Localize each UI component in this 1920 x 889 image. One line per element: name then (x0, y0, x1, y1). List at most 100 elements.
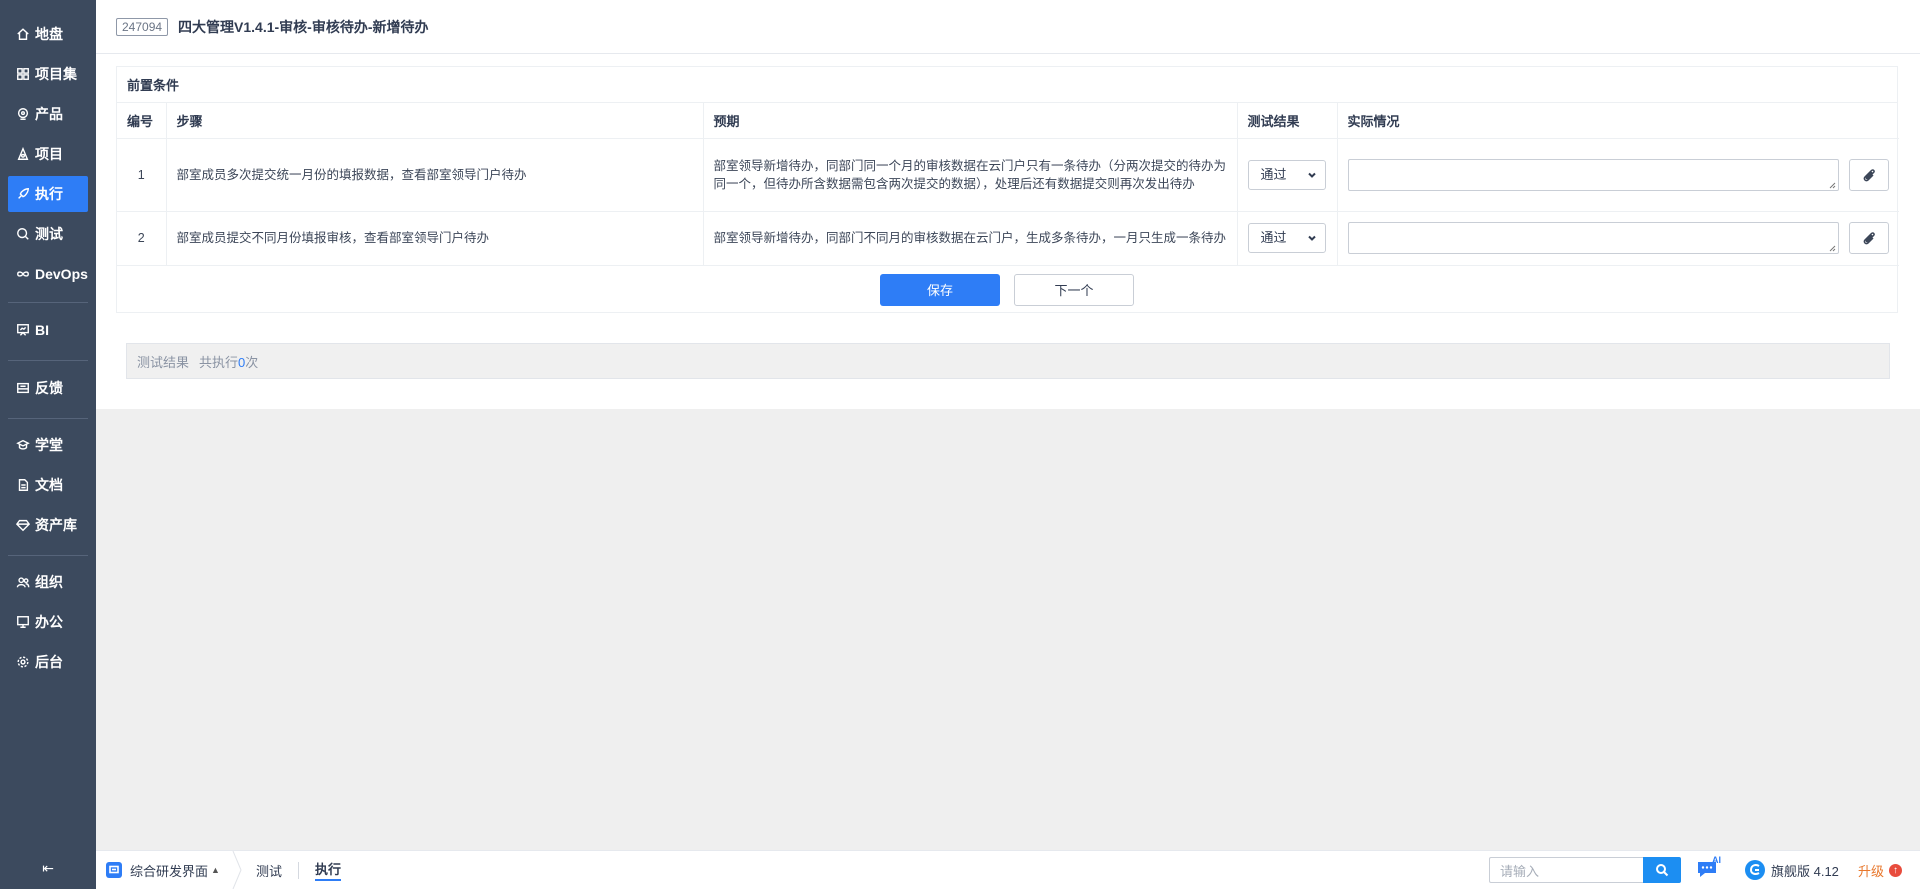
project-icon (15, 146, 31, 162)
step-expectation: 部室领导新增待办，同部门不同月的审核数据在云门户，生成多条待办，一月只生成一条待… (703, 211, 1238, 266)
app-icon (106, 862, 122, 878)
upgrade-label: 升级 (1858, 863, 1885, 879)
next-button[interactable]: 下一个 (1014, 273, 1134, 306)
ai-label: AI (1712, 855, 1721, 865)
zentao-logo-icon (1745, 860, 1765, 880)
home-icon (15, 26, 31, 42)
actual-result-input[interactable] (1347, 158, 1840, 191)
attach-file-button[interactable] (1849, 222, 1889, 254)
table-row: 2 部室成员提交不同月份填报审核，查看部室领导门户待办 部室领导新增待办，同部门… (117, 211, 1899, 266)
step-description: 部室成员提交不同月份填报审核，查看部室领导门户待办 (166, 211, 704, 266)
sidebar-item-bi[interactable]: BI (8, 312, 88, 348)
column-header-step: 步骤 (166, 103, 704, 139)
sidebar-divider (8, 302, 88, 303)
sidebar-item-label: 后台 (35, 654, 63, 670)
sidebar-item-label: 执行 (35, 186, 63, 202)
breadcrumb-separator-icon (232, 851, 242, 889)
attach-file-button[interactable] (1849, 158, 1889, 191)
school-icon (15, 437, 31, 453)
sidebar-item-label: 文档 (35, 477, 63, 493)
sidebar-item-organization[interactable]: 组织 (8, 564, 88, 600)
search-button[interactable] (1643, 857, 1681, 883)
global-search-input[interactable]: 请输入 (1489, 857, 1643, 883)
result-select[interactable]: 通过 (1247, 223, 1326, 253)
breadcrumb-test[interactable]: 测试 (256, 851, 282, 889)
paperclip-icon (1863, 232, 1875, 245)
precondition-label: 前置条件 (117, 67, 1897, 103)
infinity-icon (15, 266, 31, 282)
sidebar-item-dashboard[interactable]: 地盘 (8, 16, 88, 52)
page-header: 247094 四大管理V1.4.1-审核-审核待办-新增待办 (96, 0, 1920, 54)
sidebar-divider (8, 360, 88, 361)
ai-assistant-button[interactable]: AI (1696, 855, 1726, 883)
feedback-icon (15, 380, 31, 396)
grid-icon (15, 66, 31, 82)
sidebar-item-product[interactable]: 产品 (8, 96, 88, 132)
sidebar-item-program[interactable]: 项目集 (8, 56, 88, 92)
save-button[interactable]: 保存 (880, 273, 1000, 306)
sidebar-item-label: 地盘 (35, 26, 63, 42)
sidebar-item-admin[interactable]: 后台 (8, 644, 88, 680)
sidebar-item-label: DevOps (35, 266, 88, 282)
sidebar-item-devops[interactable]: DevOps (8, 256, 88, 292)
table-row: 1 部室成员多次提交统一月份的填报数据，查看部室领导门户待办 部室领导新增待办，… (117, 138, 1899, 212)
page-title: 四大管理V1.4.1-审核-审核待办-新增待办 (178, 18, 429, 35)
column-header-num: 编号 (117, 103, 167, 139)
version-info[interactable]: 旗舰版 4.12 (1744, 851, 1839, 889)
collapse-sidebar-button[interactable]: ⇤ (38, 858, 58, 878)
column-header-expect: 预期 (703, 103, 1238, 139)
step-expectation: 部室领导新增待办，同部门同一个月的审核数据在云门户只有一条待办（分两次提交的待办… (703, 138, 1238, 212)
sidebar-divider (8, 555, 88, 556)
breadcrumb-divider (298, 862, 299, 879)
chevron-down-icon (1307, 172, 1316, 178)
presentation-icon (15, 322, 31, 338)
bottom-bar: 综合研发界面 ▲ 测试 执行 请输入 AI 旗舰版 4.12 升级 ↑ (96, 850, 1920, 889)
resize-grip-icon[interactable] (1828, 181, 1836, 189)
sidebar-item-feedback[interactable]: 反馈 (8, 370, 88, 406)
sidebar-item-label: 组织 (35, 574, 63, 590)
sidebar-item-docs[interactable]: 文档 (8, 467, 88, 503)
users-icon (15, 574, 31, 590)
sidebar-item-label: BI (35, 322, 49, 338)
sidebar-item-test[interactable]: 测试 (8, 216, 88, 252)
chevron-down-icon (1307, 235, 1316, 241)
step-number: 1 (117, 138, 167, 212)
document-icon (15, 477, 31, 493)
result-select-value: 通过 (1260, 166, 1287, 182)
sidebar: 地盘 项目集 产品 项目 执行 测试 DevOps BI 反馈 学堂 文档 资产… (0, 0, 96, 889)
version-label: 旗舰版 4.12 (1771, 863, 1839, 879)
column-header-result: 测试结果 (1237, 103, 1338, 139)
sidebar-item-school[interactable]: 学堂 (8, 427, 88, 463)
actual-result-input[interactable] (1347, 222, 1840, 254)
sidebar-item-office[interactable]: 办公 (8, 604, 88, 640)
sidebar-item-label: 项目集 (35, 66, 77, 82)
app-switcher[interactable]: 综合研发界面 ▲ (106, 851, 220, 889)
sidebar-item-project[interactable]: 项目 (8, 136, 88, 172)
sidebar-item-label: 学堂 (35, 437, 63, 453)
table-header-row: 编号 步骤 预期 测试结果 实际情况 (117, 103, 1899, 139)
main-panel: 247094 四大管理V1.4.1-审核-审核待办-新增待办 前置条件 编号 步… (96, 0, 1920, 409)
step-number: 2 (117, 211, 167, 266)
test-result-label: 测试结果 (137, 354, 190, 370)
upgrade-button[interactable]: 升级 ↑ (1858, 851, 1903, 889)
column-header-actual: 实际情况 (1337, 103, 1899, 139)
monitor-icon (15, 614, 31, 630)
resize-grip-icon[interactable] (1828, 244, 1836, 252)
app-switcher-label: 综合研发界面 (130, 863, 209, 879)
sidebar-item-label: 测试 (35, 226, 63, 242)
step-description: 部室成员多次提交统一月份的填报数据，查看部室领导门户待办 (166, 138, 704, 212)
sidebar-divider (8, 418, 88, 419)
execution-count: 共执行0次 (199, 354, 259, 370)
location-pin-icon (15, 106, 31, 122)
search-icon (1656, 864, 1669, 877)
sidebar-item-label: 项目 (35, 146, 63, 162)
search-icon (15, 226, 31, 242)
sidebar-item-execution[interactable]: 执行 (8, 176, 88, 212)
steps-table: 编号 步骤 预期 测试结果 实际情况 1 部室成员多次提交统一月份的填报数据，查… (117, 103, 1899, 266)
case-run-card: 前置条件 编号 步骤 预期 测试结果 实际情况 1 部室成员多次提交统一月份的填… (116, 66, 1899, 313)
case-id-badge: 247094 (116, 17, 169, 36)
result-select[interactable]: 通过 (1247, 159, 1326, 190)
sidebar-item-assets[interactable]: 资产库 (8, 507, 88, 543)
paperclip-icon (1863, 168, 1875, 181)
breadcrumb-execution[interactable]: 执行 (315, 851, 342, 889)
